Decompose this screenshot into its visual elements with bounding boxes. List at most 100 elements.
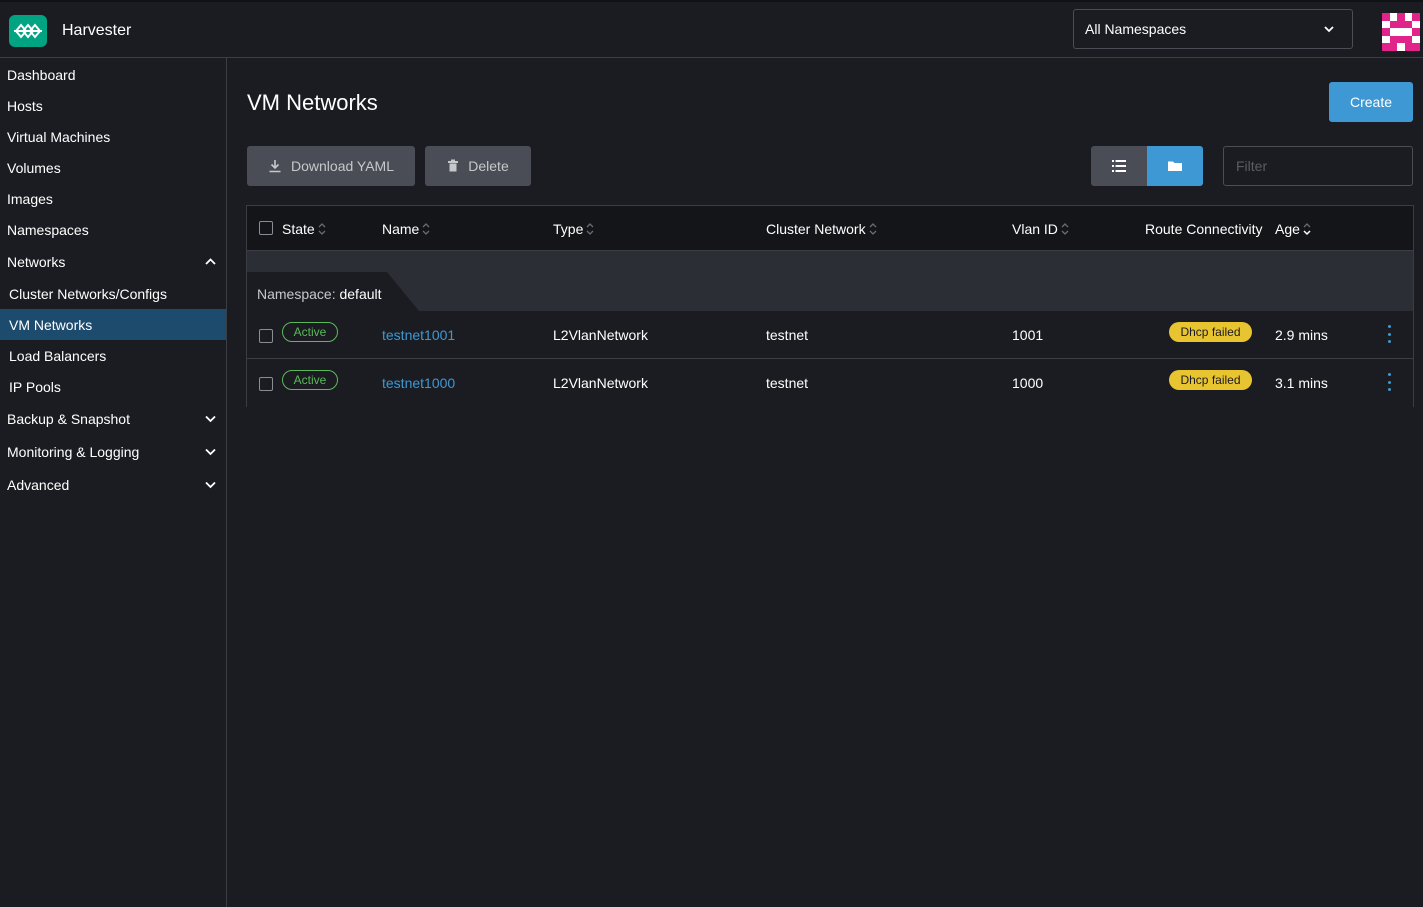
- table-header: State Name Type Cluster Network Vlan ID …: [247, 206, 1413, 251]
- sidebar-group-backup-snapshot[interactable]: Backup & Snapshot: [0, 403, 226, 434]
- column-header-cluster-network[interactable]: Cluster Network: [766, 221, 878, 237]
- chevron-up-icon: [205, 258, 216, 265]
- sidebar-item-label: Volumes: [7, 159, 61, 176]
- sort-icon: [586, 223, 594, 235]
- sidebar-item-label: VM Networks: [9, 316, 93, 333]
- sort-icon: [1061, 223, 1069, 235]
- column-header-label: Vlan ID: [1012, 221, 1058, 237]
- trash-icon: [448, 159, 459, 172]
- sort-icon: [318, 223, 326, 235]
- page-title: VM Networks: [247, 90, 378, 115]
- group-value: default: [339, 286, 382, 302]
- sidebar-item-label: Dashboard: [7, 66, 76, 83]
- network-type: L2VlanNetwork: [553, 327, 648, 343]
- sidebar-item-ip-pools[interactable]: IP Pools: [0, 371, 226, 402]
- sidebar-item-dashboard[interactable]: Dashboard: [0, 59, 226, 90]
- table-row[interactable]: Active testnet1001 L2VlanNetwork testnet…: [247, 312, 1413, 359]
- download-icon: [269, 160, 281, 173]
- age: 3.1 mins: [1275, 375, 1328, 391]
- chevron-down-icon: [205, 448, 216, 456]
- network-type: L2VlanNetwork: [553, 375, 648, 391]
- sidebar-item-virtual-machines[interactable]: Virtual Machines: [0, 121, 226, 152]
- sidebar-group-advanced[interactable]: Advanced: [0, 469, 226, 500]
- vlan-id: 1000: [1012, 375, 1044, 391]
- status-badge: Active: [282, 370, 338, 390]
- sidebar-item-vm-networks[interactable]: VM Networks: [0, 309, 226, 340]
- column-header-label: Name: [382, 221, 420, 237]
- row-actions-menu-icon[interactable]: [1385, 373, 1393, 391]
- delete-button[interactable]: Delete: [425, 146, 531, 186]
- column-header-type[interactable]: Type: [553, 221, 595, 237]
- status-badge: Active: [282, 322, 338, 342]
- sidebar-item-label: Cluster Networks/Configs: [9, 285, 167, 302]
- column-header-label: Type: [553, 221, 584, 237]
- app: Harvester All Namespaces Dashboard Hosts…: [0, 0, 1423, 907]
- list-view-toggle[interactable]: [1091, 146, 1147, 186]
- sidebar-group-networks[interactable]: Networks: [0, 246, 226, 277]
- vlan-id: 1001: [1012, 327, 1044, 343]
- sort-desc-icon: [1303, 223, 1311, 236]
- column-header-age[interactable]: Age: [1275, 221, 1312, 237]
- sidebar-item-images[interactable]: Images: [0, 183, 226, 214]
- column-header-route-connectivity: Route Connectivity: [1145, 221, 1263, 237]
- select-all-checkbox[interactable]: [259, 221, 273, 235]
- group-prefix: Namespace:: [257, 286, 336, 302]
- cluster-network: testnet: [766, 327, 809, 343]
- chevron-down-icon: [205, 481, 216, 489]
- chevron-down-icon: [1324, 26, 1334, 33]
- column-header-label: Age: [1275, 221, 1300, 237]
- sidebar: Dashboard Hosts Virtual Machines Volumes…: [0, 58, 227, 907]
- sidebar-item-label: Hosts: [7, 97, 43, 114]
- folder-icon: [1168, 161, 1182, 171]
- delete-label: Delete: [468, 158, 509, 174]
- column-header-state[interactable]: State: [282, 221, 327, 237]
- row-checkbox[interactable]: [259, 329, 273, 343]
- create-button[interactable]: Create: [1329, 82, 1413, 122]
- age: 2.9 mins: [1275, 327, 1328, 343]
- top-header: Harvester All Namespaces: [0, 0, 1423, 58]
- sort-icon: [422, 223, 430, 235]
- sidebar-item-namespaces[interactable]: Namespaces: [0, 214, 226, 245]
- cluster-network: testnet: [766, 375, 809, 391]
- column-header-label: Route Connectivity: [1145, 221, 1263, 237]
- sidebar-item-volumes[interactable]: Volumes: [0, 152, 226, 183]
- user-avatar[interactable]: [1382, 13, 1420, 51]
- sidebar-item-cluster-networks[interactable]: Cluster Networks/Configs: [0, 278, 226, 309]
- filter-input[interactable]: [1223, 146, 1413, 186]
- harvester-logo-icon[interactable]: [9, 15, 47, 47]
- sidebar-item-label: Networks: [7, 253, 66, 270]
- chevron-down-icon: [205, 415, 216, 423]
- route-connectivity-badge: Dhcp failed: [1169, 370, 1252, 390]
- column-header-name[interactable]: Name: [382, 221, 431, 237]
- table-row[interactable]: Active testnet1000 L2VlanNetwork testnet…: [247, 360, 1413, 407]
- vm-networks-table: State Name Type Cluster Network Vlan ID …: [246, 205, 1414, 407]
- column-header-label: Cluster Network: [766, 221, 866, 237]
- list-icon: [1112, 160, 1126, 172]
- column-header-label: State: [282, 221, 315, 237]
- app-title: Harvester: [62, 22, 132, 39]
- sidebar-item-label: Virtual Machines: [7, 128, 111, 145]
- network-name-link[interactable]: testnet1000: [382, 375, 455, 391]
- column-header-vlan-id[interactable]: Vlan ID: [1012, 221, 1070, 237]
- sidebar-item-hosts[interactable]: Hosts: [0, 90, 226, 121]
- sidebar-item-label: Advanced: [7, 476, 70, 493]
- sidebar-item-load-balancers[interactable]: Load Balancers: [0, 340, 226, 371]
- namespace-group-row: Namespace: default: [247, 251, 1413, 311]
- row-actions-menu-icon[interactable]: [1385, 325, 1393, 343]
- download-yaml-button[interactable]: Download YAML: [247, 146, 415, 186]
- sort-icon: [869, 223, 877, 235]
- namespace-select[interactable]: All Namespaces: [1073, 9, 1353, 49]
- route-connectivity-badge: Dhcp failed: [1169, 322, 1252, 342]
- sidebar-item-label: Backup & Snapshot: [7, 410, 130, 427]
- sidebar-item-label: Monitoring & Logging: [7, 443, 140, 460]
- sidebar-item-label: IP Pools: [9, 378, 61, 395]
- row-checkbox[interactable]: [259, 377, 273, 391]
- namespace-group-label: Namespace: default: [257, 286, 382, 302]
- network-name-link[interactable]: testnet1001: [382, 327, 455, 343]
- sidebar-group-monitoring-logging[interactable]: Monitoring & Logging: [0, 436, 226, 467]
- group-view-toggle[interactable]: [1147, 146, 1203, 186]
- namespace-select-value: All Namespaces: [1085, 21, 1187, 37]
- sidebar-item-label: Load Balancers: [9, 347, 107, 364]
- sidebar-item-label: Images: [7, 190, 53, 207]
- download-yaml-label: Download YAML: [291, 158, 394, 174]
